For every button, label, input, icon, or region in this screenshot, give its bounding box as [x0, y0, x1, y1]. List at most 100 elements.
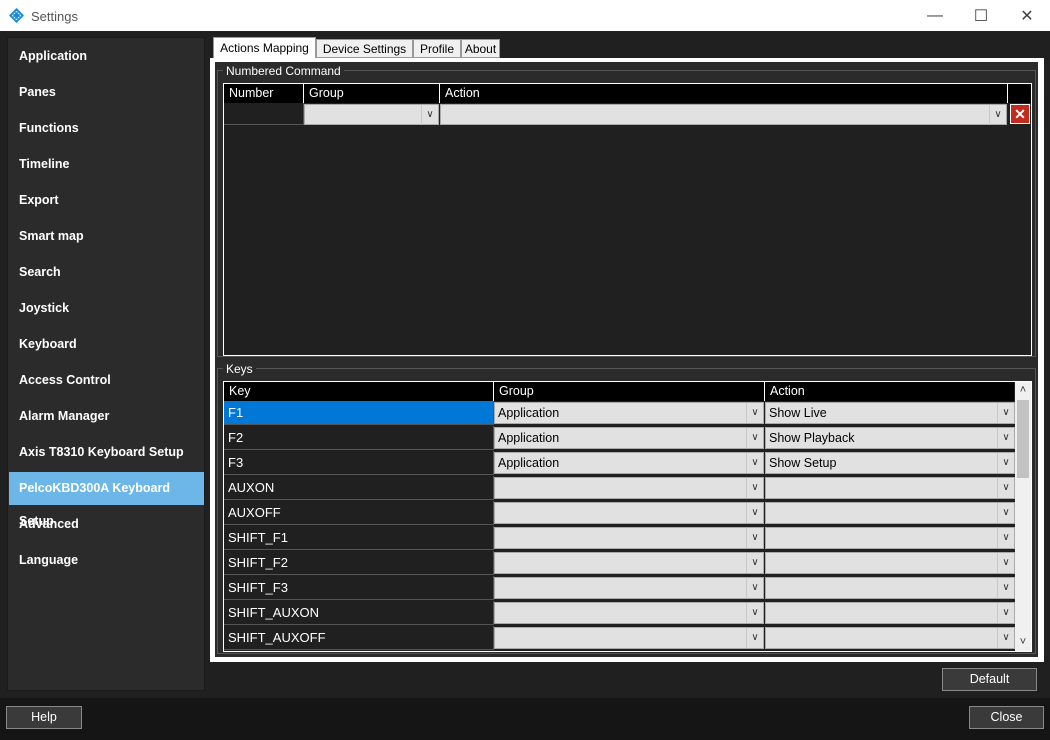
action-dropdown[interactable]: Show Live ∨: [765, 402, 1015, 424]
close-button[interactable]: Close: [969, 706, 1044, 729]
sidebar-item[interactable]: Advanced: [9, 508, 204, 541]
tab-panel-actions-mapping: Numbered Command Number Group Action ∨ ∨…: [210, 58, 1044, 662]
action-dropdown[interactable]: ∨: [765, 477, 1015, 499]
chevron-down-icon: ∨: [997, 528, 1014, 548]
tab[interactable]: About: [461, 39, 500, 58]
maximize-icon: ☐: [973, 7, 989, 25]
chevron-down-icon: ∨: [746, 453, 763, 473]
chevron-down-icon: ∨: [997, 628, 1014, 648]
sidebar-item[interactable]: Panes: [9, 76, 204, 109]
main-content: Actions Mapping Device Settings Profile Abo…: [210, 37, 1044, 662]
scroll-down-icon[interactable]: ˅: [1015, 634, 1031, 650]
chevron-down-icon: ∨: [997, 478, 1014, 498]
key-cell[interactable]: F2: [224, 426, 494, 450]
key-cell[interactable]: SHIFT_AUXON: [224, 601, 494, 625]
sidebar-item[interactable]: Access Control: [9, 364, 204, 397]
group-dropdown[interactable]: ∨: [494, 477, 764, 499]
chevron-down-icon: ∨: [746, 553, 763, 573]
key-cell[interactable]: SHIFT_F1: [224, 526, 494, 550]
group-dropdown[interactable]: Application ∨: [494, 402, 764, 424]
chevron-down-icon: ∨: [989, 105, 1006, 125]
chevron-down-icon: ∨: [997, 428, 1014, 448]
sidebar-item[interactable]: Keyboard: [9, 328, 204, 361]
key-cell[interactable]: SHIFT_AUXOFF: [224, 626, 494, 650]
minimize-icon: —: [927, 6, 943, 24]
settings-sidebar: Application Panes Functions Timeline Export S…: [7, 37, 205, 691]
scroll-up-icon[interactable]: ˄: [1015, 382, 1031, 398]
chevron-down-icon: ∨: [746, 603, 763, 623]
group-dropdown[interactable]: ∨: [494, 527, 764, 549]
key-cell[interactable]: AUXOFF: [224, 501, 494, 525]
chevron-down-icon: ∨: [997, 603, 1014, 623]
delete-row-button[interactable]: ✕: [1010, 104, 1030, 124]
chevron-down-icon: ∨: [746, 628, 763, 648]
chevron-down-icon: ∨: [997, 453, 1014, 473]
group-dropdown[interactable]: ∨: [494, 627, 764, 649]
sidebar-item[interactable]: Export: [9, 184, 204, 217]
sidebar-item[interactable]: Timeline: [9, 148, 204, 181]
numbered-command-grid: Number Group Action ∨ ∨ ✕: [223, 83, 1032, 356]
tab[interactable]: Actions Mapping: [213, 37, 316, 59]
chevron-down-icon: ∨: [421, 105, 438, 125]
key-cell[interactable]: SHIFT_F3: [224, 576, 494, 600]
action-dropdown[interactable]: ∨: [765, 527, 1015, 549]
action-dropdown[interactable]: ∨: [765, 502, 1015, 524]
sidebar-item[interactable]: Joystick: [9, 292, 204, 325]
sidebar-item[interactable]: Smart map: [9, 220, 204, 253]
sidebar-item[interactable]: Language: [9, 544, 204, 577]
group-dropdown[interactable]: Application ∨: [494, 452, 764, 474]
numbered-group-dropdown[interactable]: ∨: [304, 104, 439, 125]
key-cell[interactable]: F3: [224, 451, 494, 475]
group-value: Application: [498, 406, 560, 420]
header-action: Action: [765, 382, 1014, 401]
default-button[interactable]: Default: [942, 668, 1037, 691]
close-window-button[interactable]: ✕: [1004, 0, 1050, 31]
sidebar-item[interactable]: Functions: [9, 112, 204, 145]
chevron-down-icon: ∨: [746, 528, 763, 548]
chevron-down-icon: ∨: [746, 578, 763, 598]
chevron-down-icon: ∨: [997, 503, 1014, 523]
key-cell[interactable]: F1: [224, 401, 494, 425]
action-dropdown[interactable]: Show Setup ∨: [765, 452, 1015, 474]
group-dropdown[interactable]: ∨: [494, 577, 764, 599]
scroll-thumb[interactable]: [1017, 400, 1029, 478]
sidebar-item[interactable]: Alarm Manager: [9, 400, 204, 433]
header-action: Action: [440, 84, 1008, 103]
delete-icon: ✕: [1014, 106, 1026, 122]
help-button[interactable]: Help: [6, 706, 82, 729]
group-dropdown[interactable]: ∨: [494, 602, 764, 624]
header-key: Key: [224, 382, 494, 401]
tab[interactable]: Profile: [413, 39, 461, 58]
title-bar: Settings — ☐ ✕: [0, 0, 1050, 31]
maximize-button[interactable]: ☐: [958, 0, 1004, 31]
action-value: Show Playback: [769, 431, 855, 445]
sidebar-item[interactable]: Application: [9, 40, 204, 73]
chevron-down-icon: ∨: [997, 578, 1014, 598]
keys-scrollbar[interactable]: ˄ ˅: [1015, 382, 1031, 651]
tab[interactable]: Device Settings: [316, 39, 413, 58]
sidebar-item[interactable]: PelcoKBD300A Keyboard Setup: [9, 472, 204, 528]
key-cell[interactable]: AUXON: [224, 476, 494, 500]
group-dropdown[interactable]: ∨: [494, 502, 764, 524]
action-dropdown[interactable]: ∨: [765, 602, 1015, 624]
action-dropdown[interactable]: ∨: [765, 577, 1015, 599]
key-cell[interactable]: SHIFT_F2: [224, 551, 494, 575]
sidebar-item[interactable]: Axis T8310 Keyboard Setup: [9, 436, 204, 469]
chevron-down-icon: ∨: [746, 428, 763, 448]
action-dropdown[interactable]: Show Playback ∨: [765, 427, 1015, 449]
header-group: Group: [494, 382, 765, 401]
minimize-button[interactable]: —: [912, 0, 958, 31]
group-value: Application: [498, 456, 560, 470]
header-number: Number: [224, 84, 304, 103]
numbered-action-dropdown[interactable]: ∨: [440, 104, 1007, 125]
close-icon: ✕: [1020, 7, 1034, 25]
action-dropdown[interactable]: ∨: [765, 552, 1015, 574]
group-dropdown[interactable]: ∨: [494, 552, 764, 574]
sidebar-item[interactable]: Search: [9, 256, 204, 289]
action-dropdown[interactable]: ∨: [765, 627, 1015, 649]
group-dropdown[interactable]: Application ∨: [494, 427, 764, 449]
action-value: Show Live: [769, 406, 827, 420]
bottom-bar: Help Close: [0, 698, 1050, 740]
app-logo-icon: [9, 8, 24, 23]
number-cell[interactable]: [224, 103, 304, 125]
